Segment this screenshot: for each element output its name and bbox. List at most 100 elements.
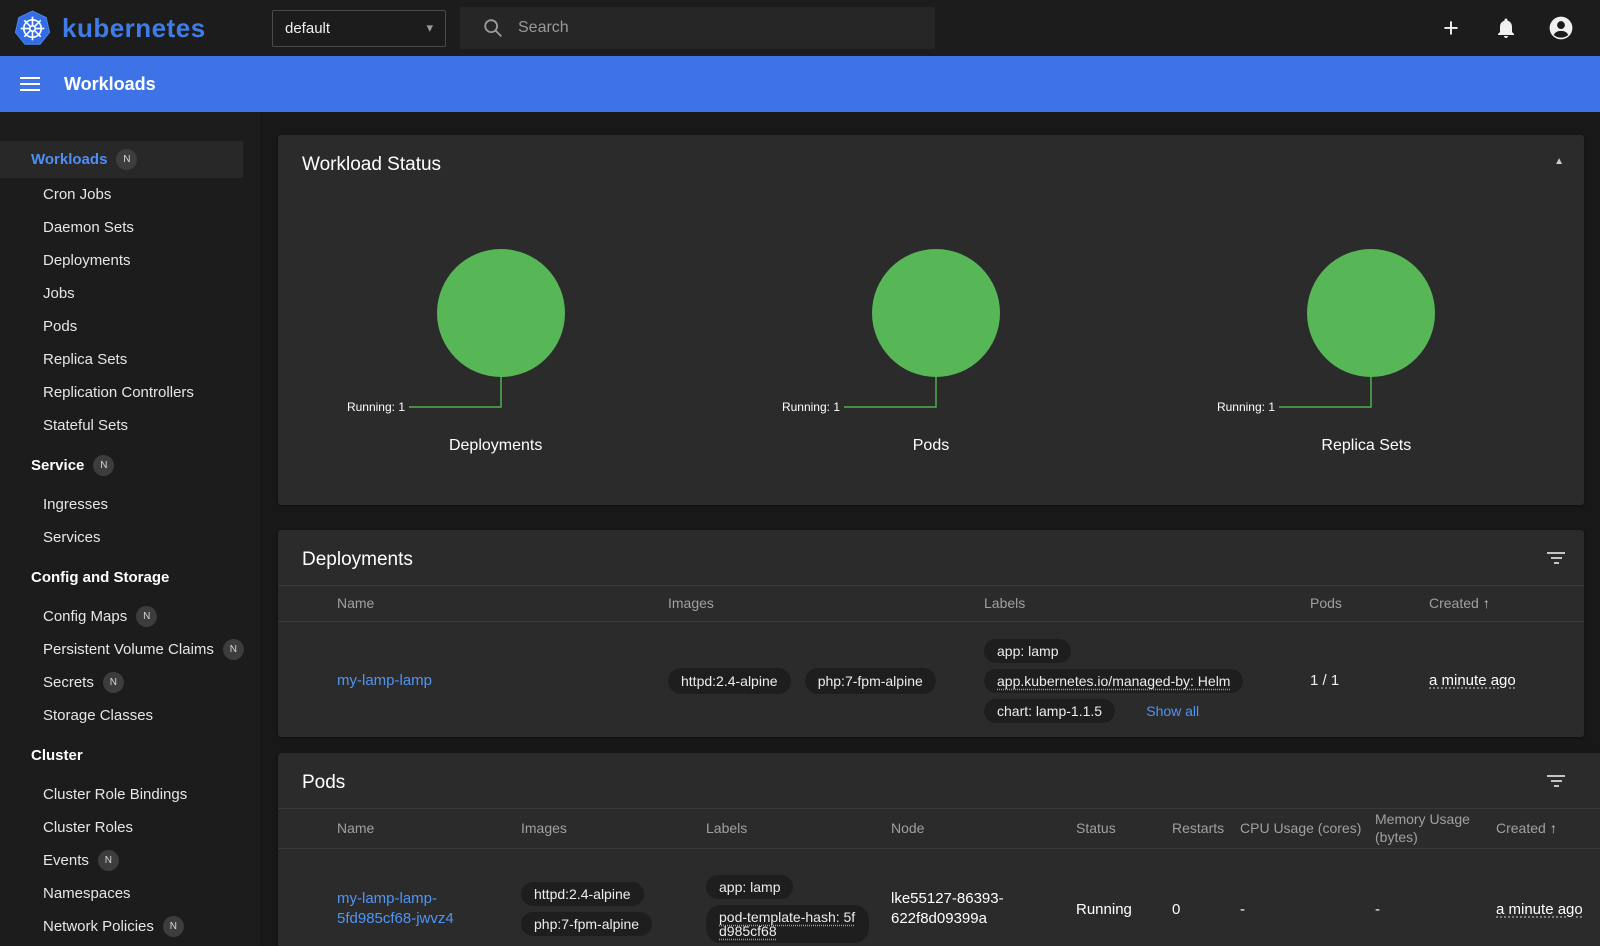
- top-app-bar: kubernetes default ▾ +: [0, 0, 1600, 56]
- column-header-name[interactable]: Name: [337, 595, 668, 613]
- sort-asc-icon: ↑: [1483, 595, 1490, 611]
- sidebar-item-cluster-roles[interactable]: Cluster Roles: [0, 811, 260, 844]
- deployments-table-header: Name Images Labels Pods Created↑: [278, 585, 1584, 622]
- sidebar-item-pods[interactable]: Pods: [0, 310, 260, 343]
- search-bar[interactable]: [460, 7, 935, 49]
- kubernetes-brand[interactable]: kubernetes: [0, 10, 272, 47]
- column-header-name[interactable]: Name: [337, 820, 521, 838]
- bell-icon: [1494, 16, 1518, 40]
- page-toolbar: Workloads: [0, 56, 1600, 112]
- sidebar-item-persistent-volume-claims[interactable]: Persistent Volume Claims N: [0, 633, 260, 666]
- column-header-created[interactable]: Created↑: [1496, 820, 1600, 838]
- sidebar-item-jobs[interactable]: Jobs: [0, 277, 260, 310]
- sidebar-item-network-policies[interactable]: Network Policies N: [0, 910, 260, 943]
- sidebar-section-config-and-storage: Config and Storage: [0, 561, 260, 594]
- node-name: lke55127-86393-622f8d09399a: [891, 889, 1076, 930]
- pod-status: Running: [1076, 901, 1172, 918]
- column-header-labels[interactable]: Labels: [706, 820, 891, 838]
- namespaced-badge: N: [163, 916, 184, 937]
- column-header-pods[interactable]: Pods: [1310, 595, 1429, 613]
- replica-sets-pie-chart: Running: 1 Replica Sets: [1149, 194, 1584, 455]
- label-chip: chart: lamp-1.1.5: [984, 699, 1115, 723]
- sidebar-item-secrets[interactable]: Secrets N: [0, 666, 260, 699]
- sidebar-item-cluster-role-bindings[interactable]: Cluster Role Bindings: [0, 778, 260, 811]
- namespaced-badge: N: [116, 149, 137, 170]
- column-header-memory-usage[interactable]: Memory Usage (bytes): [1375, 811, 1496, 846]
- namespace-selector[interactable]: default ▾: [272, 10, 446, 47]
- sidebar-item-services[interactable]: Services: [0, 521, 260, 554]
- pie-annotation: Running: 1: [782, 400, 840, 414]
- collapse-icon[interactable]: ▲: [1554, 156, 1564, 167]
- workload-status-charts: Running: 1 Deployments Running: 1 Pods: [278, 194, 1584, 455]
- brand-name: kubernetes: [62, 13, 206, 44]
- column-header-restarts[interactable]: Restarts: [1172, 820, 1240, 838]
- create-resource-button[interactable]: +: [1438, 15, 1464, 41]
- sidebar-item-replica-sets[interactable]: Replica Sets: [0, 343, 260, 376]
- image-chip: php:7-fpm-alpine: [521, 912, 652, 936]
- sort-asc-icon: ↑: [1550, 820, 1557, 836]
- sidebar-item-cron-jobs[interactable]: Cron Jobs: [0, 178, 260, 211]
- column-header-images[interactable]: Images: [668, 595, 984, 613]
- sidebar-section-service[interactable]: Service N: [0, 449, 260, 482]
- namespace-value: default: [285, 20, 426, 37]
- label-chip: app: lamp: [984, 639, 1071, 663]
- pods-card: Pods Name Images Labels Node Status Rest…: [278, 753, 1600, 946]
- column-header-cpu-usage[interactable]: CPU Usage (cores): [1240, 820, 1375, 838]
- column-header-node[interactable]: Node: [891, 820, 1076, 838]
- sidebar-item-daemon-sets[interactable]: Daemon Sets: [0, 211, 260, 244]
- chart-title: Deployments: [278, 437, 713, 455]
- image-chip: httpd:2.4-alpine: [668, 668, 791, 694]
- column-header-labels[interactable]: Labels: [984, 595, 1310, 613]
- sidebar-item-ingresses[interactable]: Ingresses: [0, 488, 260, 521]
- show-all-link[interactable]: Show all: [1146, 703, 1199, 719]
- sidebar-item-replication-controllers[interactable]: Replication Controllers: [0, 376, 260, 409]
- main-content: Workload Status ▲ Running: 1 Deployments: [260, 112, 1600, 946]
- column-header-created[interactable]: Created↑: [1429, 595, 1584, 613]
- chevron-down-icon: ▾: [426, 20, 433, 36]
- namespaced-badge: N: [98, 850, 119, 871]
- created-timestamp: a minute ago: [1496, 901, 1583, 918]
- chart-title: Pods: [713, 437, 1148, 455]
- pod-name-link[interactable]: my-lamp-lamp-5fd985cf68-jwvz4: [337, 890, 454, 927]
- created-timestamp: a minute ago: [1429, 672, 1516, 689]
- namespaced-badge: N: [136, 606, 157, 627]
- pie-chart-svg: Running: 1: [1211, 194, 1521, 426]
- workload-status-title: Workload Status: [302, 154, 441, 175]
- pie-chart-svg: Running: 1: [776, 194, 1086, 426]
- sidebar-item-stateful-sets[interactable]: Stateful Sets: [0, 409, 260, 442]
- deployments-card: Deployments Name Images Labels Pods Crea…: [278, 530, 1584, 737]
- pod-cpu-usage: -: [1240, 901, 1375, 918]
- image-chip: php:7-fpm-alpine: [805, 668, 936, 694]
- sidebar-item-config-maps[interactable]: Config Maps N: [0, 600, 260, 633]
- sidebar-nav: Workloads N Cron Jobs Daemon Sets Deploy…: [0, 112, 260, 946]
- sidebar-item-storage-classes[interactable]: Storage Classes: [0, 699, 260, 732]
- menu-icon[interactable]: [18, 72, 42, 96]
- chart-title: Replica Sets: [1149, 437, 1584, 455]
- column-header-images[interactable]: Images: [521, 820, 706, 838]
- column-header-status[interactable]: Status: [1076, 820, 1172, 838]
- plus-icon: +: [1443, 15, 1459, 41]
- workload-status-card: Workload Status ▲ Running: 1 Deployments: [278, 135, 1584, 505]
- user-menu-button[interactable]: [1548, 15, 1574, 41]
- pods-table-header: Name Images Labels Node Status Restarts …: [278, 808, 1600, 849]
- pods-pie-chart: Running: 1 Pods: [713, 194, 1148, 455]
- page-title: Workloads: [64, 74, 156, 95]
- sidebar-item-deployments[interactable]: Deployments: [0, 244, 260, 277]
- account-circle-icon: [1548, 15, 1574, 41]
- search-icon: [482, 17, 504, 39]
- search-input[interactable]: [518, 19, 921, 37]
- notifications-button[interactable]: [1493, 15, 1519, 41]
- pods-title: Pods: [302, 772, 345, 793]
- label-chip: app.kubernetes.io/managed-by: Helm: [984, 669, 1243, 693]
- filter-icon[interactable]: [1546, 775, 1566, 790]
- topbar-actions: +: [1438, 15, 1600, 41]
- sidebar-item-namespaces[interactable]: Namespaces: [0, 877, 260, 910]
- pie-chart-svg: Running: 1: [341, 194, 651, 426]
- pods-count: 1 / 1: [1310, 672, 1429, 689]
- sidebar-item-workloads[interactable]: Workloads N: [0, 141, 243, 178]
- namespaced-badge: N: [93, 455, 114, 476]
- filter-icon[interactable]: [1546, 552, 1566, 567]
- sidebar-item-events[interactable]: Events N: [0, 844, 260, 877]
- deployment-name-link[interactable]: my-lamp-lamp: [337, 672, 432, 689]
- pie-annotation: Running: 1: [347, 400, 405, 414]
